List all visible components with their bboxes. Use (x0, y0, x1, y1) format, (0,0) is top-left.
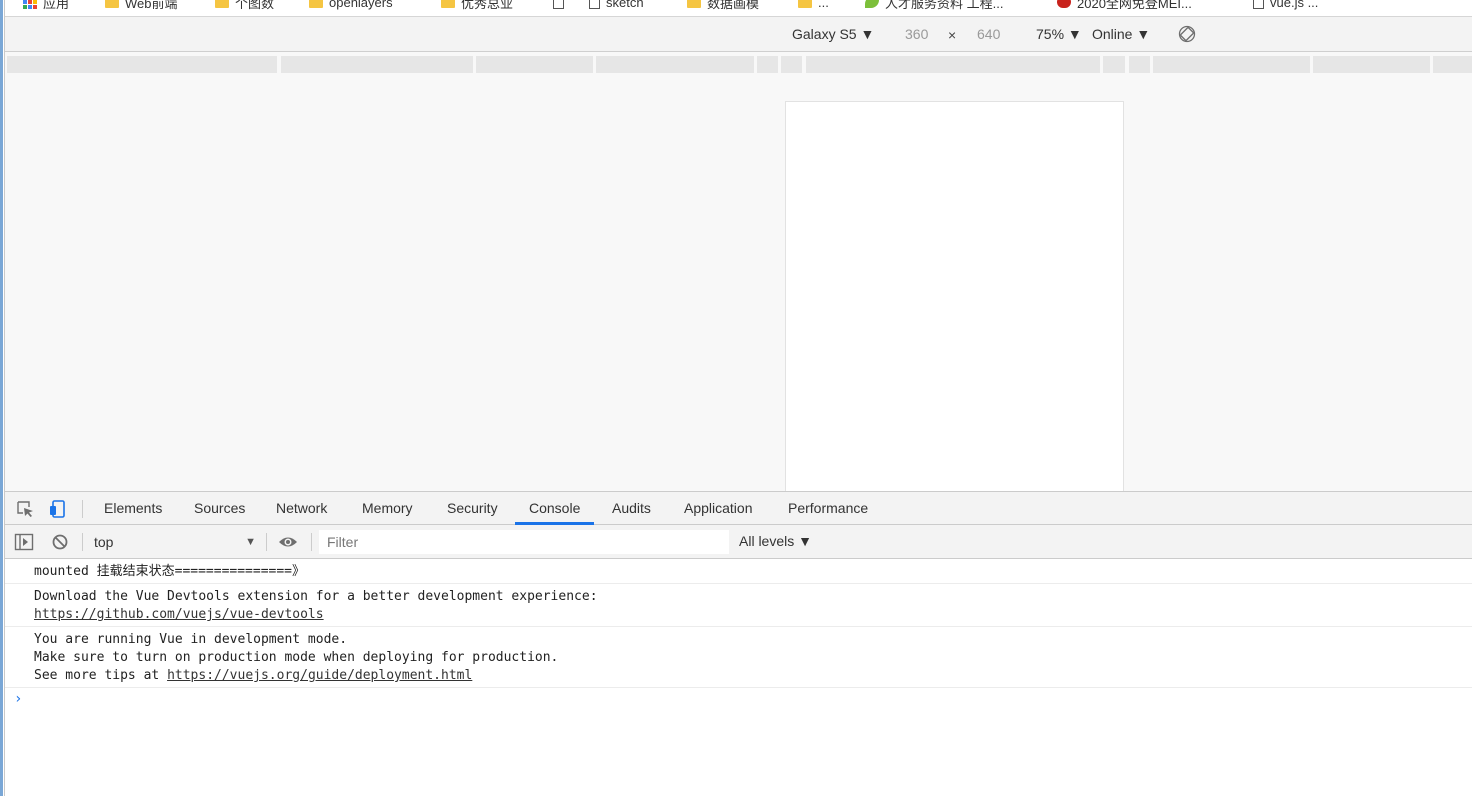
toolbar-separator (266, 533, 267, 551)
tab-separator (82, 500, 83, 518)
device-viewport-area (5, 74, 1472, 491)
folder-icon (687, 0, 701, 8)
media-query-ruler (5, 52, 1472, 74)
tab-audits[interactable]: Audits (598, 492, 665, 525)
tab-performance[interactable]: Performance (774, 492, 882, 525)
folder-icon (798, 0, 812, 8)
viewport-height-input[interactable]: 640 (977, 26, 1000, 42)
viewport-width-input[interactable]: 360 (905, 26, 928, 42)
ruler-segment[interactable] (1153, 56, 1310, 73)
bookmark-folder[interactable]: 个图数 (215, 0, 274, 11)
tab-sources[interactable]: Sources (180, 492, 259, 525)
console-output: mounted 挂载结束状态===============》 Download … (5, 559, 1472, 796)
console-message: mounted 挂载结束状态===============》 (5, 559, 1472, 584)
ruler-segment[interactable] (596, 56, 754, 73)
device-select[interactable]: Galaxy S5 ▼ (792, 26, 874, 42)
ruler-segment[interactable] (476, 56, 593, 73)
console-message: You are running Vue in development mode.… (5, 627, 1472, 688)
inspect-element-icon[interactable] (15, 499, 35, 519)
folder-icon (309, 0, 323, 8)
page-icon (553, 0, 564, 9)
rotate-icon[interactable] (1178, 25, 1196, 43)
vue-deployment-guide-link[interactable]: https://vuejs.org/guide/deployment.html (167, 668, 472, 683)
tab-security[interactable]: Security (433, 492, 512, 525)
network-throttle-select[interactable]: Online ▼ (1092, 26, 1150, 42)
devtools-tab-bar: Elements Sources Network Memory Security… (5, 491, 1472, 525)
console-prompt[interactable]: › (14, 691, 22, 707)
bookmark-leaf[interactable]: 人才服务资料 工程... (865, 0, 1003, 11)
dimension-separator: × (948, 27, 957, 43)
ruler-segment[interactable] (757, 56, 778, 73)
folder-icon (441, 0, 455, 8)
vue-devtools-link[interactable]: https://github.com/vuejs/vue-devtools (34, 607, 324, 622)
zoom-select[interactable]: 75% ▼ (1036, 26, 1082, 42)
filter-input[interactable] (319, 530, 729, 554)
ruler-segment[interactable] (806, 56, 1100, 73)
bookmark-folder[interactable]: Web前端 (105, 0, 178, 11)
bookmark-page[interactable]: vue.js ... (1253, 0, 1318, 11)
context-select[interactable]: top ▼ (90, 531, 260, 553)
tab-console[interactable]: Console (515, 492, 595, 525)
tab-network[interactable]: Network (262, 492, 341, 525)
bookmark-sketch[interactable]: sketch (589, 0, 644, 11)
device-toolbar: Galaxy S5 ▼ 360 × 640 75% ▼ Online ▼ (5, 17, 1472, 52)
device-toolbar-toggle-icon[interactable] (48, 499, 68, 519)
toolbar-separator (82, 533, 83, 551)
bookmark-folder[interactable]: 优秀总业 (441, 0, 513, 11)
page-icon (1253, 0, 1264, 9)
folder-icon (215, 0, 229, 8)
ruler-segment[interactable] (781, 56, 802, 73)
console-message: Download the Vue Devtools extension for … (5, 584, 1472, 627)
bookmark-red[interactable]: 2020全网免登MEI... (1057, 0, 1192, 11)
bookmark-folder[interactable]: 数据画模 (687, 0, 759, 11)
console-toolbar: top ▼ All levels ▼ (5, 525, 1472, 559)
live-expression-eye-icon[interactable] (278, 532, 298, 552)
device-screen[interactable] (785, 101, 1124, 491)
ruler-segment[interactable] (1313, 56, 1430, 73)
folder-icon (105, 0, 119, 8)
dropdown-arrow-icon: ▼ (245, 536, 256, 548)
ruler-segment[interactable] (1433, 56, 1472, 73)
tab-memory[interactable]: Memory (348, 492, 427, 525)
bookmark-folder[interactable]: ... (798, 0, 829, 11)
bookmarks-bar: 应用 Web前端 个图数 openlayers 优秀总业 sketch 数据画模… (5, 0, 1472, 17)
red-icon (1057, 0, 1071, 8)
ruler-segment[interactable] (1103, 56, 1125, 73)
ruler-segment[interactable] (7, 56, 277, 73)
image-icon (589, 0, 600, 9)
bookmark-page[interactable] (553, 0, 570, 11)
apps-icon (23, 0, 37, 9)
tab-application[interactable]: Application (670, 492, 767, 525)
bookmark-folder[interactable]: openlayers (309, 0, 393, 11)
leaf-icon (865, 0, 879, 8)
ruler-segment[interactable] (281, 56, 473, 73)
bookmark-apps[interactable]: 应用 (23, 0, 69, 11)
ruler-segment[interactable] (1129, 56, 1150, 73)
show-sidebar-icon[interactable] (14, 532, 34, 552)
tab-elements[interactable]: Elements (90, 492, 176, 525)
toolbar-separator (311, 533, 312, 551)
clear-console-icon[interactable] (50, 532, 70, 552)
log-levels-select[interactable]: All levels ▼ (739, 533, 812, 549)
